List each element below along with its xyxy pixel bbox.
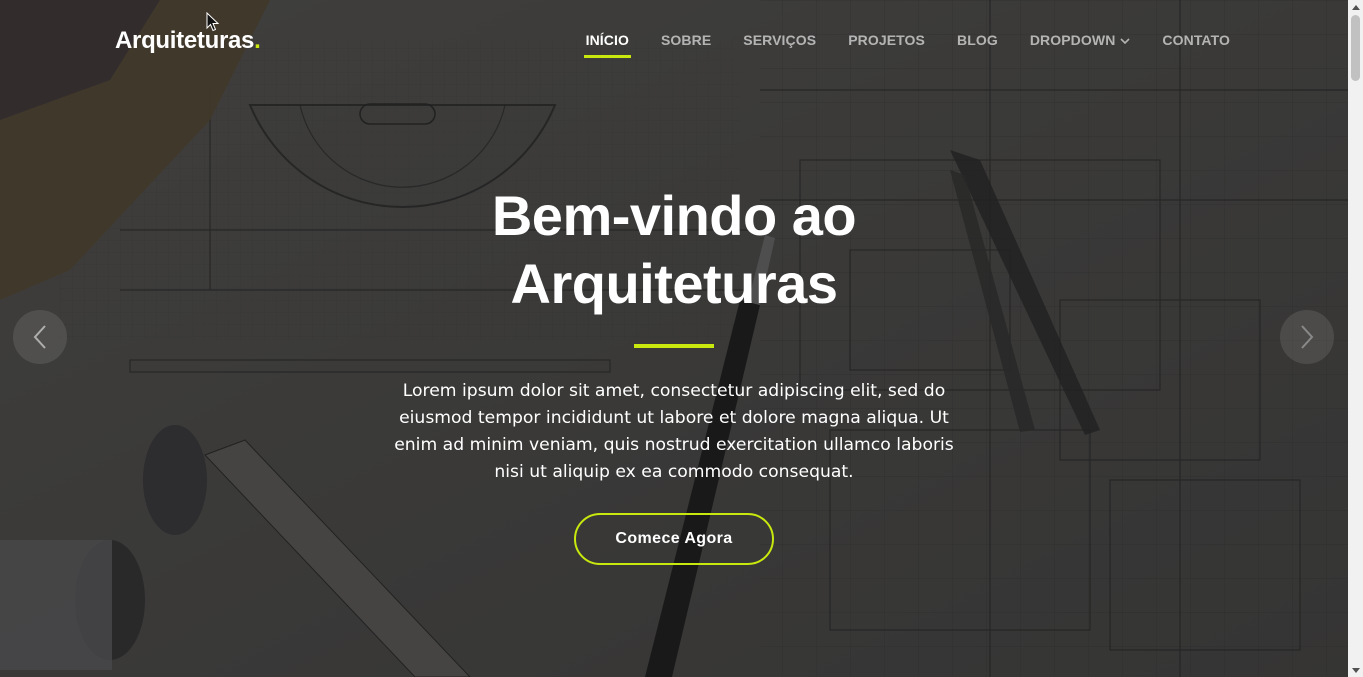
scroll-down-arrow-icon[interactable] [1348, 663, 1363, 677]
brand-name: Arquiteturas [115, 27, 255, 54]
carousel-next-button[interactable] [1280, 310, 1334, 364]
nav-item-servicos[interactable]: SERVIÇOS [743, 26, 816, 58]
nav-item-label: INÍCIO [585, 32, 629, 48]
nav-item-projetos[interactable]: PROJETOS [848, 26, 925, 58]
carousel-prev-button[interactable] [13, 310, 67, 364]
hero-title-line2: Arquiteturas [510, 252, 838, 315]
browser-viewport: Arquiteturas. INÍCIO SOBRE SERVIÇOS PROJ… [0, 0, 1363, 677]
nav-item-label: DROPDOWN [1029, 32, 1116, 48]
hero-carousel: Arquiteturas. INÍCIO SOBRE SERVIÇOS PROJ… [0, 0, 1348, 677]
main-navigation: INÍCIO SOBRE SERVIÇOS PROJETOS BLOG DROP… [583, 0, 1230, 84]
chevron-right-icon [1301, 325, 1314, 349]
nav-item-dropdown[interactable]: DROPDOWN [1030, 26, 1131, 58]
chevron-down-icon [1120, 32, 1130, 48]
nav-item-blog[interactable]: BLOG [957, 26, 998, 58]
page-scrollbar[interactable] [1348, 0, 1363, 677]
nav-item-label: CONTATO [1162, 32, 1230, 48]
nav-item-label: BLOG [956, 32, 998, 48]
chevron-left-icon [33, 325, 46, 349]
nav-item-contato[interactable]: CONTATO [1162, 26, 1230, 58]
hero-description: Lorem ipsum dolor sit amet, consectetur … [394, 381, 954, 482]
nav-item-label: SERVIÇOS [743, 32, 817, 48]
title-divider [634, 344, 714, 348]
nav-item-sobre[interactable]: SOBRE [661, 26, 711, 58]
nav-item-label: PROJETOS [848, 32, 925, 48]
nav-item-inicio[interactable]: INÍCIO [583, 26, 632, 58]
get-started-button[interactable]: Comece Agora [574, 513, 774, 565]
hero-content: Bem-vindo ao Arquiteturas Lorem ipsum do… [0, 182, 1348, 565]
hero-title: Bem-vindo ao Arquiteturas [0, 182, 1348, 318]
brand-dot: . [254, 27, 261, 54]
brand-logo[interactable]: Arquiteturas. [115, 27, 261, 55]
scrollbar-thumb[interactable] [1351, 15, 1360, 81]
mouse-pointer-icon [206, 12, 219, 32]
hero-title-line1: Bem-vindo ao [491, 184, 857, 247]
scroll-up-arrow-icon[interactable] [1348, 0, 1363, 14]
nav-item-label: SOBRE [660, 32, 712, 48]
